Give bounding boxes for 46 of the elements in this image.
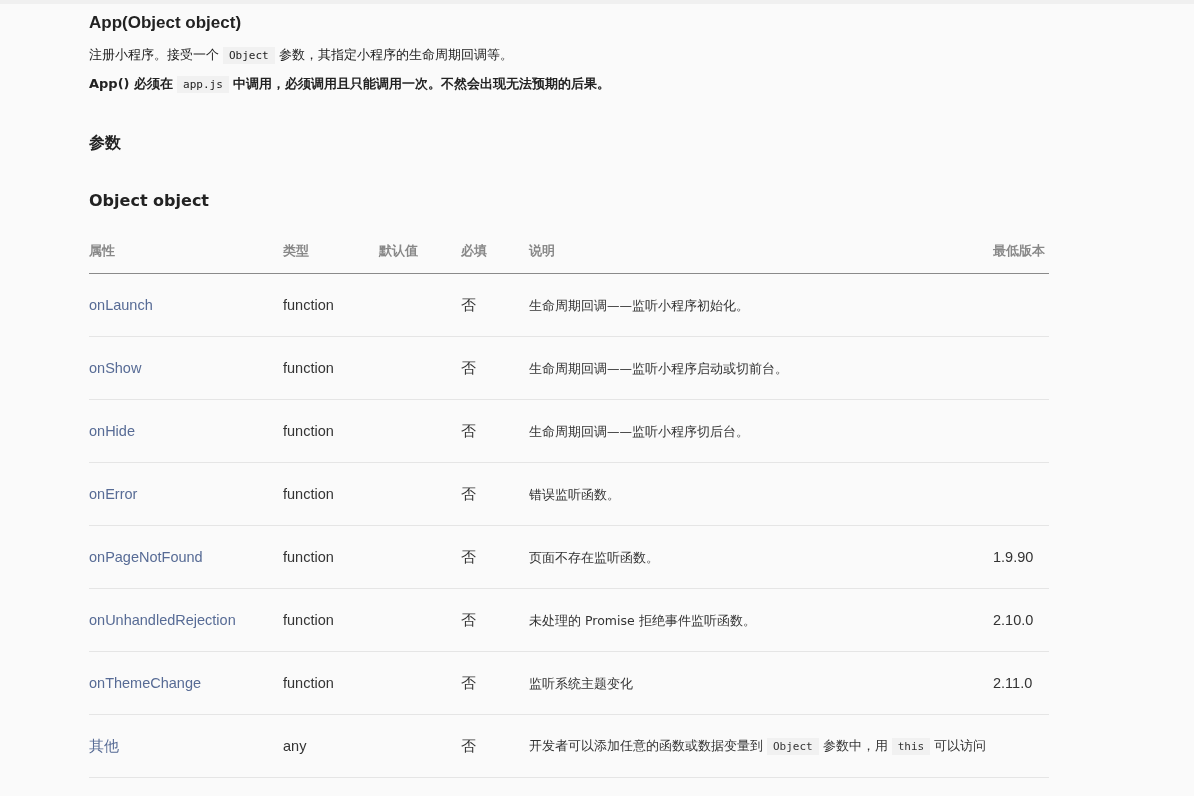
property-name: onError [89, 486, 138, 502]
property-name: onHide [89, 423, 135, 439]
description-text: 生命周期回调——监听小程序初始化。 [529, 297, 749, 313]
column-header: 最低版本 [993, 243, 1045, 258]
column-header: 必填 [461, 243, 487, 258]
description-text: 生命周期回调——监听小程序启动或切前台。 [529, 360, 788, 376]
table-cell: function [283, 549, 334, 565]
table-cell: 2.11.0 [993, 675, 1033, 691]
column-header: 属性 [89, 243, 115, 258]
intro-text: 注册小程序。接受一个 Object 参数，其指定小程序的生命周期回调等。 [89, 46, 514, 66]
description-text: 页面不存在监听函数。 [529, 549, 659, 565]
table-cell: 否 [461, 548, 476, 565]
table-cell: function [283, 612, 334, 628]
table-cell: 否 [461, 422, 476, 439]
table-cell: 否 [461, 485, 476, 502]
description-text: 生命周期回调——监听小程序切后台。 [529, 423, 749, 439]
table-cell: 2.10.0 [993, 612, 1034, 628]
column-header: 默认值 [379, 243, 418, 258]
property-name: onPageNotFound [89, 549, 203, 565]
property-name: onShow [89, 360, 142, 376]
table-cell: function [283, 486, 334, 502]
description-text: 错误监听函数。 [529, 486, 620, 502]
description-text: 未处理的 Promise 拒绝事件监听函数。 [529, 612, 756, 628]
table-cell: function [283, 675, 334, 691]
description-text: 监听系统主题变化 [529, 675, 633, 691]
table-cell: 否 [461, 737, 476, 754]
table-cell: 否 [461, 611, 476, 628]
table-cell: function [283, 423, 334, 439]
section-heading: Object object [89, 190, 210, 212]
page-title: App(Object object) [89, 12, 243, 34]
property-name: onUnhandledRejection [89, 612, 236, 628]
column-header: 类型 [283, 243, 309, 258]
property-name: onThemeChange [89, 675, 202, 691]
property-name: onLaunch [89, 297, 153, 313]
table-cell: 否 [461, 359, 476, 376]
table-cell: function [283, 360, 334, 376]
section-heading: 参数 [89, 132, 122, 154]
warning-text: App() 必须在 app.js 中调用，必须调用且只能调用一次。不然会出现无法预期的后果。 [89, 75, 611, 95]
table-cell: any [283, 738, 307, 754]
column-header: 说明 [529, 243, 555, 258]
property-name: 其他 [89, 737, 119, 754]
table-cell: 否 [461, 674, 476, 691]
table-cell: 否 [461, 296, 476, 313]
description-text: 开发者可以添加任意的函数或数据变量到 Object 参数中，用 this 可以访问 [529, 738, 987, 753]
table-cell: function [283, 297, 334, 313]
table-cell: 1.9.90 [993, 549, 1034, 565]
